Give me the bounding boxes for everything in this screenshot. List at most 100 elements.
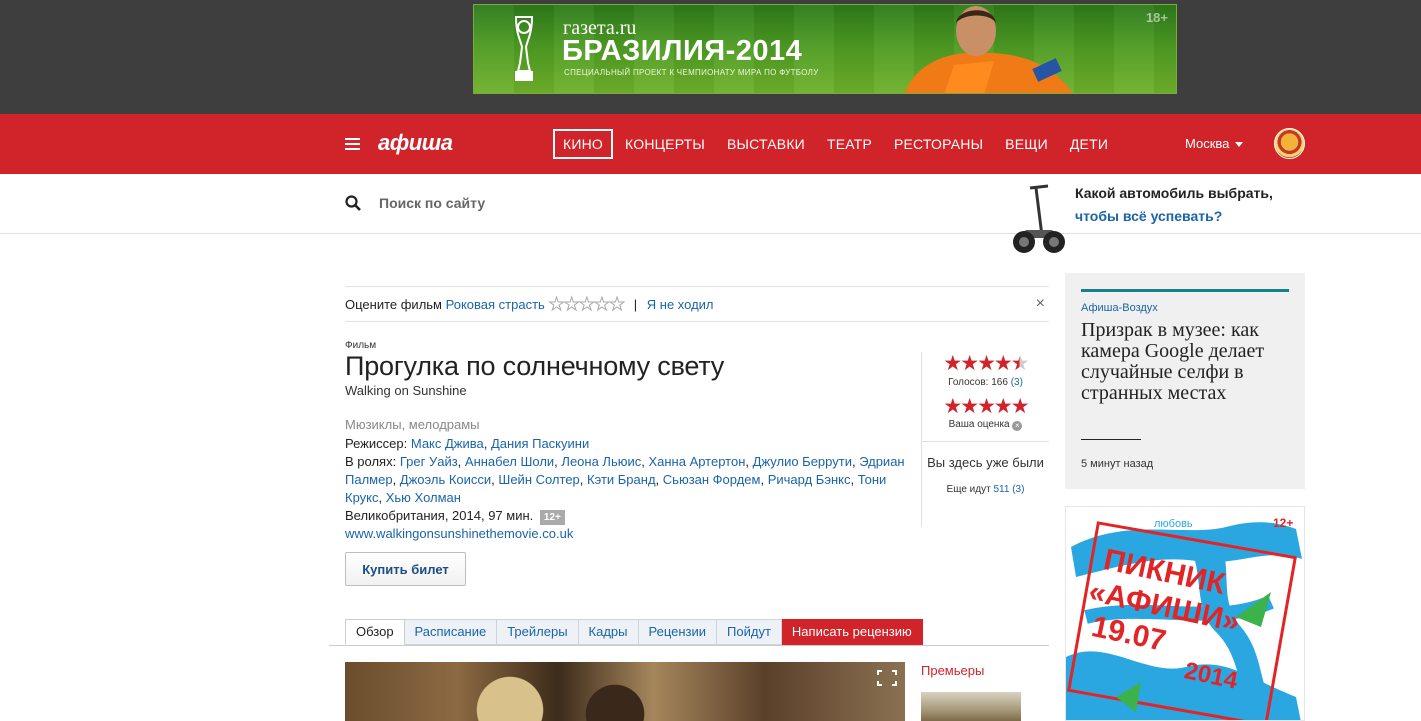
tab-going[interactable]: Пойдут xyxy=(717,619,782,645)
cast-link[interactable]: Хью Холман xyxy=(386,490,461,505)
country-year: Великобритания, 2014, 97 мин. xyxy=(345,508,534,523)
world-cup-trophy-icon xyxy=(514,16,534,81)
menu-icon[interactable] xyxy=(345,138,360,150)
film-genres: Мюзиклы, мелодрамы xyxy=(345,417,480,432)
been-here-text: Вы здесь уже были xyxy=(927,455,1044,470)
tabs-divider xyxy=(329,645,1049,646)
fullscreen-icon[interactable] xyxy=(877,670,897,686)
film-kind: Фильм xyxy=(345,340,377,351)
rate-prefix: Оцените фильм xyxy=(345,297,442,312)
cast-link[interactable]: Кэти Бранд xyxy=(587,472,656,487)
age-rating-badge: 12+ xyxy=(539,510,565,525)
votes-count: Голосов: 166 (3) xyxy=(922,377,1049,388)
nav-item-concerts[interactable]: КОНЦЕРТЫ xyxy=(615,129,715,159)
also-going-friends-link[interactable]: (3) xyxy=(1012,484,1024,495)
divider xyxy=(1081,439,1141,440)
search-icon[interactable] xyxy=(345,195,361,211)
clear-rating-icon[interactable]: × xyxy=(1012,421,1023,431)
film-still-image[interactable] xyxy=(345,662,905,721)
divider xyxy=(922,441,1049,442)
votes-label: Голосов: 166 xyxy=(948,377,1008,388)
cast-link[interactable]: Ричард Бэнкс xyxy=(768,472,851,487)
nav-item-kino[interactable]: КИНО xyxy=(553,129,614,159)
search-band xyxy=(0,174,1421,234)
premiere-thumbnail[interactable] xyxy=(921,692,1021,721)
afisha-logo[interactable]: афиша xyxy=(378,130,453,156)
user-avatar[interactable] xyxy=(1274,128,1305,159)
director-row: Режиссер: Макс Джива, Дания Паскуини xyxy=(345,436,590,451)
segway-image[interactable] xyxy=(1010,184,1066,256)
nav-item-restaurants[interactable]: РЕСТОРАНЫ xyxy=(884,129,993,159)
article-time: 5 минут назад xyxy=(1081,458,1154,470)
nav-item-theatre[interactable]: ТЕАТР xyxy=(817,129,882,159)
tab-stills[interactable]: Кадры xyxy=(578,619,639,645)
country-year-row: Великобритания, 2014, 97 мин. 12+ xyxy=(345,507,915,525)
rate-separator: | xyxy=(633,297,638,312)
nav-item-exhibitions[interactable]: ВЫСТАВКИ xyxy=(717,129,815,159)
cast-label: В ролях: xyxy=(345,454,397,469)
user-rating-row: Ваша оценка × xyxy=(922,419,1049,431)
also-going-label: Еще идут xyxy=(946,484,991,495)
ad-subtitle: СПЕЦИАЛЬНЫЙ ПРОЕКТ К ЧЕМПИОНАТУ МИРА ПО … xyxy=(564,68,819,77)
film-website-link[interactable]: www.walkingonsunshinethemovie.co.uk xyxy=(345,526,573,541)
original-title: Walking on Sunshine xyxy=(345,383,467,398)
city-label: Москва xyxy=(1185,136,1230,151)
tab-reviews[interactable]: Рецензии xyxy=(638,619,718,645)
buy-ticket-button[interactable]: Купить билет xyxy=(345,552,466,586)
director-link[interactable]: Дания Паскуини xyxy=(491,436,589,451)
not-seen-link[interactable]: Я не ходил xyxy=(647,297,714,312)
nav-sections: КИНО КОНЦЕРТЫ ВЫСТАВКИ ТЕАТР РЕСТОРАНЫ В… xyxy=(553,129,1120,159)
director-link[interactable]: Макс Джива xyxy=(411,436,484,451)
user-rating-stars[interactable]: ★★★★★ xyxy=(922,395,1049,419)
rubric-accent-line xyxy=(1081,289,1289,292)
rating-panel: ★★★★★ Голосов: 166 (3) ★★★★★ Ваша оценка… xyxy=(921,352,1049,527)
write-review-button[interactable]: Написать рецензию xyxy=(781,619,923,645)
city-selector[interactable]: Москва xyxy=(1185,136,1244,151)
cast-link[interactable]: Шейн Солтер xyxy=(498,472,579,487)
rate-film-link[interactable]: Роковая страсть xyxy=(446,297,545,312)
article-rubric[interactable]: Афиша-Воздух xyxy=(1081,302,1158,314)
search-input[interactable] xyxy=(370,192,970,214)
sidebar-article-card[interactable]: Афиша-Воздух Призрак в музее: как камера… xyxy=(1065,273,1305,489)
ad-banner-brazil-2014[interactable]: газета.ru БРАЗИЛИЯ-2014 СПЕЦИАЛЬНЫЙ ПРОЕ… xyxy=(473,4,1177,94)
also-going-count-link[interactable]: 511 xyxy=(993,484,1009,495)
page-title: Прогулка по солнечному свету xyxy=(345,351,725,381)
cast-link[interactable]: Ханна Артертон xyxy=(648,454,745,469)
user-rating-label: Ваша оценка xyxy=(948,419,1010,430)
film-info: Режиссер: Макс Джива, Дания Паскуини В р… xyxy=(345,435,915,543)
cast-link[interactable]: Грег Уайз xyxy=(400,454,458,469)
tab-overview[interactable]: Обзор xyxy=(345,619,405,645)
cast-row: В ролях: Грег Уайз, Аннабел Шоли, Леона … xyxy=(345,454,905,505)
ad-title: БРАЗИЛИЯ-2014 xyxy=(562,35,803,67)
cast-link[interactable]: Леона Льюис xyxy=(561,454,641,469)
picnic-word-bottom: селфи xyxy=(1186,701,1219,713)
picnic-afisha-ad[interactable]: ПИКНИК «АФИШИ» 19.07 2014 любовь 12+ сел… xyxy=(1065,506,1305,721)
close-icon[interactable]: × xyxy=(1036,287,1045,321)
still-figure xyxy=(455,662,565,721)
picnic-age-badge: 12+ xyxy=(1273,516,1293,530)
film-tabs: Обзор Расписание Трейлеры Кадры Рецензии… xyxy=(345,619,923,645)
cast-link[interactable]: Джоэль Коисси xyxy=(400,472,491,487)
article-headline[interactable]: Призрак в музее: как камера Google делае… xyxy=(1081,320,1281,404)
ad-age-badge: 18+ xyxy=(1145,10,1168,25)
premieres-title[interactable]: Премьеры xyxy=(921,663,984,678)
rate-film-bar: Оцените фильм Роковая страсть ★★★★★ | Я … xyxy=(345,286,1049,322)
tab-schedule[interactable]: Расписание xyxy=(404,619,498,645)
website-row: www.walkingonsunshinethemovie.co.uk xyxy=(345,525,915,543)
nav-item-things[interactable]: ВЕЩИ xyxy=(995,129,1058,159)
also-going-row: Еще идут 511 (3) xyxy=(922,484,1049,495)
nav-item-kids[interactable]: ДЕТИ xyxy=(1060,129,1118,159)
picnic-ad-artwork: ПИКНИК «АФИШИ» 19.07 2014 любовь 12+ сел… xyxy=(1066,516,1302,720)
promo-line-1[interactable]: Какой автомобиль выбрать, xyxy=(1075,185,1273,201)
ad-band: газета.ru БРАЗИЛИЯ-2014 СПЕЦИАЛЬНЫЙ ПРОЕ… xyxy=(0,0,1421,114)
cast-link[interactable]: Аннабел Шоли xyxy=(465,454,554,469)
rating-stars-input[interactable]: ★★★★★ xyxy=(548,287,626,321)
votes-friends-link[interactable]: (3) xyxy=(1011,377,1023,388)
tab-trailers[interactable]: Трейлеры xyxy=(497,619,579,645)
cast-link[interactable]: Сьюзан Фордем xyxy=(663,472,761,487)
cast-link[interactable]: Джулио Беррути xyxy=(753,454,852,469)
still-figure xyxy=(575,672,655,721)
main-nav: афиша КИНО КОНЦЕРТЫ ВЫСТАВКИ ТЕАТР РЕСТО… xyxy=(0,114,1421,174)
promo-line-2[interactable]: чтобы всё успевать? xyxy=(1075,208,1222,224)
chevron-down-icon xyxy=(1235,142,1244,148)
